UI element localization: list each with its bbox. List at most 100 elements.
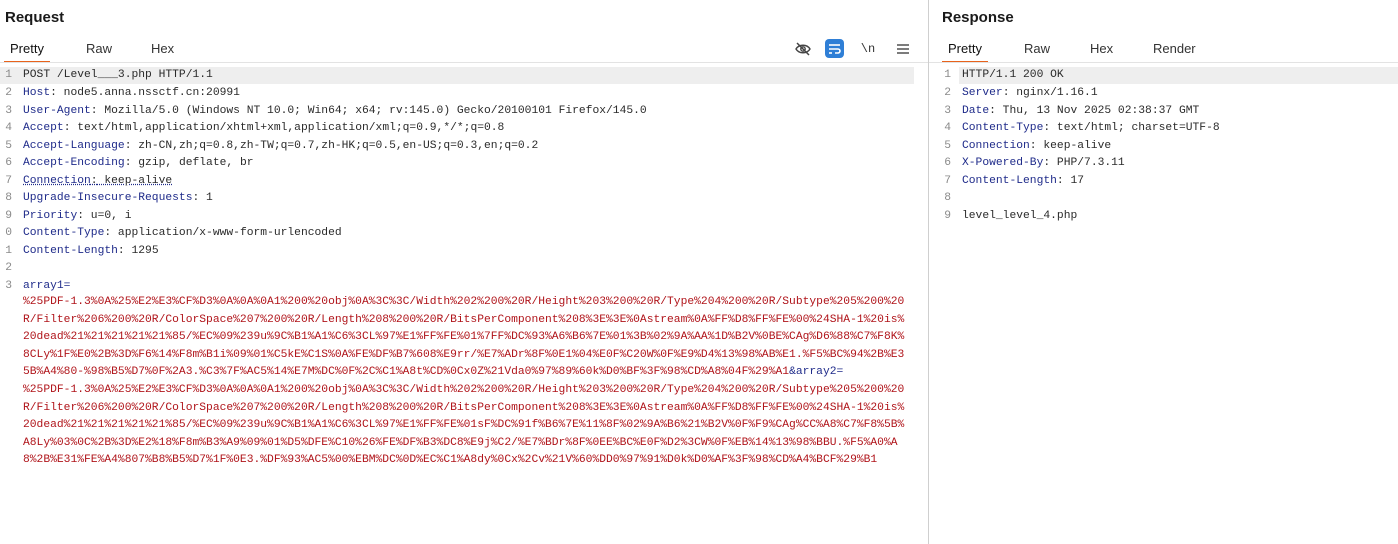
newline-icon[interactable]: \n [858,39,878,59]
header-value: Mozilla/5.0 (Windows NT 10.0; Win64; x64… [97,104,647,117]
response-header-line: 6 X-Powered-By: PHP/7.3.11 [939,155,1398,172]
header-key: Content-Type [23,227,105,239]
line-number: 3 [5,104,12,117]
request-tab-pretty[interactable]: Pretty [4,37,50,63]
request-header-line: 0 Content-Type: application/x-www-form-u… [0,225,928,242]
request-title: Request [5,9,65,26]
header-value: node5.anna.nssctf.cn:20991 [56,87,240,99]
header-value: nginx/1.16.1 [1009,87,1098,99]
response-header-line: 7 Content-Length: 17 [939,173,1398,190]
request-body-start: 3 array1= [0,278,928,295]
header-key: Accept-Encoding [23,157,125,169]
response-tab-separator [929,62,1398,63]
line-number: 8 [944,192,951,204]
header-key: Connection [962,139,1030,152]
response-tab-raw[interactable]: Raw [1024,37,1050,61]
line-number: 7 [944,174,951,187]
line-number: 8 [5,192,12,204]
eye-slash-icon[interactable] [793,39,813,59]
request-body: %25PDF-1.3%0A%25%E2%E3%CF%D3%0A%0A%0A1%2… [23,294,911,470]
body-param-array1: array1= [23,279,71,292]
request-line: 1 POST /Level___3.php HTTP/1.1 [0,67,914,84]
header-key: Content-Length [962,174,1057,187]
request-header-line: 4 Accept: text/html,application/xhtml+xm… [0,120,928,137]
response-editor[interactable]: 1 HTTP/1.1 200 OK 2 Server: nginx/1.16.1… [929,66,1398,544]
response-tab-hex[interactable]: Hex [1090,37,1113,61]
line-number: 4 [944,122,951,134]
header-key: Upgrade-Insecure-Requests [23,192,193,204]
line-number: 1 [5,69,12,81]
request-toolbar: \n [790,37,920,61]
response-tab-pretty[interactable]: Pretty [942,37,988,63]
request-blank-line: 2 [0,260,928,277]
request-tab-separator [0,62,928,63]
request-header-line: 6 Accept-Encoding: gzip, deflate, br [0,155,928,172]
wrap-icon[interactable] [825,39,844,58]
line-number: 5 [944,139,951,152]
body-param-array2: array2 [795,366,837,379]
param-separator: & [789,366,796,379]
response-tab-render[interactable]: Render [1153,37,1196,61]
header-value: Thu, 13 Nov 2025 02:38:37 GMT [995,104,1200,117]
header-value: application/x-www-form-urlencoded [111,227,342,239]
header-key: Connection [23,174,91,187]
header-value: u=0, i [84,209,132,222]
header-value: keep-alive [1036,139,1112,152]
request-tab-raw[interactable]: Raw [86,37,112,61]
line-number: 6 [5,157,12,169]
request-header-line: 9 Priority: u=0, i [0,208,928,225]
line-number: 0 [5,227,12,239]
header-value: 17 [1063,174,1085,187]
param-equals: = [836,366,844,379]
line-number: 2 [5,87,12,99]
line-number: 3 [5,279,12,292]
response-header-line: 5 Connection: keep-alive [939,138,1398,155]
header-value: PHP/7.3.11 [1050,157,1125,169]
line-number: 3 [944,104,951,117]
line-number: 4 [5,122,12,134]
header-key: Server [962,87,1003,99]
menu-icon[interactable] [893,39,913,59]
response-pane: Response Pretty Raw Hex Render 1 HTTP/1.… [929,0,1398,544]
header-key: Accept [23,122,64,134]
request-tabs: Pretty Raw Hex [0,37,928,63]
request-pane: Request Pretty Raw Hex \n 1 POST /Level_… [0,0,928,544]
header-value: 1295 [124,244,159,257]
header-value: keep-alive [97,174,173,187]
header-value: 1 [199,192,213,204]
request-header-line: 8 Upgrade-Insecure-Requests: 1 [0,190,928,207]
line-number: 2 [944,87,951,99]
response-tabs: Pretty Raw Hex Render [929,37,1398,63]
response-title: Response [942,9,1014,26]
line-number: 5 [5,139,12,152]
header-value: text/html,application/xhtml+xml,applicat… [70,122,505,134]
header-key: Accept-Language [23,139,125,152]
line-number: 2 [5,262,12,274]
request-header-line: 1 Content-Length: 1295 [0,243,928,260]
line-number: 1 [5,244,12,257]
response-body-line: 9 level_level_4.php [939,208,1398,225]
response-blank-line: 8 [939,190,1398,207]
array2-value: %25PDF-1.3%0A%25%E2%E3%CF%D3%0A%0A%0A1%2… [23,383,905,467]
header-value: gzip, deflate, br [131,157,254,169]
request-header-line: 7 Connection: keep-alive [0,173,928,190]
request-header-line: 2 Host: node5.anna.nssctf.cn:20991 [0,85,928,102]
header-value: text/html; charset=UTF-8 [1050,122,1220,134]
header-key: Date [962,104,990,117]
header-key: Host [23,87,51,99]
header-key: User-Agent [23,104,91,117]
line-number: 9 [5,209,12,222]
header-key: X-Powered-By [962,157,1044,169]
response-header-line: 3 Date: Thu, 13 Nov 2025 02:38:37 GMT [939,103,1398,120]
line-number: 9 [944,209,951,222]
array1-value: %25PDF-1.3%0A%25%E2%E3%CF%D3%0A%0A%0A1%2… [23,296,905,379]
request-line-text: POST /Level___3.php HTTP/1.1 [23,69,213,81]
request-header-line: 3 User-Agent: Mozilla/5.0 (Windows NT 10… [0,103,928,120]
response-header-line: 4 Content-Type: text/html; charset=UTF-8 [939,120,1398,137]
request-tab-hex[interactable]: Hex [151,37,174,61]
line-number: 7 [5,174,12,187]
response-body-text: level_level_4.php [962,209,1078,222]
header-key: Content-Type [962,122,1044,134]
request-editor[interactable]: 1 POST /Level___3.php HTTP/1.1 2 Host: n… [0,66,928,544]
response-status-line: 1 HTTP/1.1 200 OK [944,67,1398,84]
